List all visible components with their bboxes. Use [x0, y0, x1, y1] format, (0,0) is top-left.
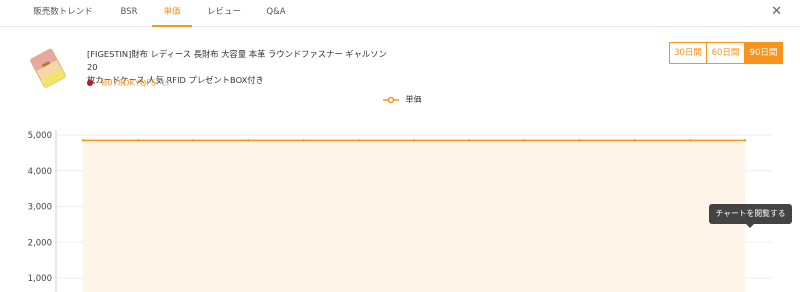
legend-label: 単価	[405, 95, 422, 104]
asin-link[interactable]: B078DKYQFS	[102, 78, 157, 88]
data-point[interactable]	[467, 139, 471, 142]
y-tick-label: 3,000	[28, 203, 52, 213]
y-tick-label: 1,000	[28, 274, 52, 284]
close-icon[interactable]: ✕	[771, 4, 782, 19]
range-30-days-button[interactable]: 30日間	[669, 42, 707, 64]
data-point[interactable]	[688, 139, 692, 142]
data-point[interactable]	[523, 139, 526, 142]
data-point[interactable]	[302, 139, 305, 142]
y-tick-label: 5,000	[28, 131, 52, 141]
price-area	[83, 140, 745, 292]
range-60-days-button[interactable]: 60日間	[706, 42, 745, 64]
range-90-days-button[interactable]: 90日間	[744, 42, 783, 64]
data-point[interactable]	[357, 139, 361, 142]
legend-line-icon	[383, 96, 399, 103]
product-title-line1: [FIGESTIN]財布 レディース 長財布 大容量 本革 ラウンドファスナー …	[87, 49, 387, 72]
tab-qa[interactable]: Q&A	[262, 0, 290, 27]
data-point[interactable]	[743, 139, 747, 142]
view-chart-tooltip: チャートを閲覧する	[709, 204, 792, 224]
data-point[interactable]	[633, 139, 636, 142]
tab-sales-trend[interactable]: 販売数トレンド	[26, 0, 100, 27]
external-link-icon[interactable]	[162, 79, 169, 86]
data-point[interactable]	[192, 139, 195, 142]
data-point[interactable]	[412, 139, 416, 142]
y-tick-label: 4,000	[28, 167, 52, 177]
tab-bsr[interactable]: BSR	[114, 0, 144, 27]
tab-review[interactable]: レビュー	[204, 0, 244, 27]
product-thumbnail	[30, 48, 67, 88]
tooltip-arrow	[746, 224, 754, 228]
data-point[interactable]	[136, 139, 140, 142]
chart-legend[interactable]: 単価	[383, 94, 422, 106]
tab-bar: 販売数トレンド BSR 単価 レビュー Q&A ✕	[0, 0, 800, 27]
y-tick-label: 2,000	[28, 238, 52, 248]
data-point[interactable]	[247, 139, 250, 142]
japan-flag-icon	[87, 79, 93, 86]
asin-row: B078DKYQFS	[87, 76, 169, 88]
data-point[interactable]	[81, 139, 85, 142]
tab-unit-price[interactable]: 単価	[152, 0, 192, 27]
data-point[interactable]	[578, 139, 581, 142]
y-axis-labels: 5,000 4,000 3,000 2,000 1,000	[28, 131, 52, 284]
price-chart[interactable]: 5,000 4,000 3,000 2,000 1,000	[0, 118, 800, 292]
